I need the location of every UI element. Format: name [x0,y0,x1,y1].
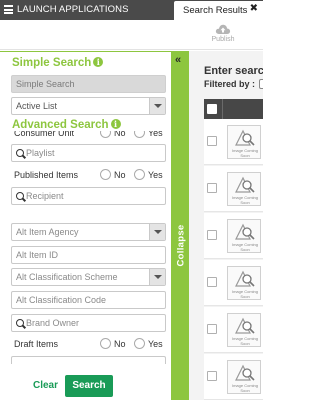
select-all-checkbox[interactable] [207,104,217,114]
search-icon [16,192,24,200]
chevron-down-icon[interactable] [149,269,165,285]
header-divider [222,99,223,119]
draft-items-yes-radio[interactable] [134,338,145,349]
published-items-no-radio[interactable] [100,169,111,180]
image-coming-soon-text: Image Coming Soon [231,195,258,205]
alt-classification-scheme-select[interactable]: Alt Classification Scheme [11,268,166,286]
search-icon [16,319,24,327]
hamburger-menu-icon[interactable] [4,5,13,14]
alt-item-agency-value: Alt Item Agency [16,227,79,237]
filter-chip[interactable] [259,79,263,89]
table-row[interactable]: Image Coming Soon [204,166,263,212]
simple-search-title: Simple Search i [12,57,104,69]
alt-item-id-input[interactable]: Alt Item ID [11,246,166,264]
collapse-bar[interactable]: « Collapse [172,51,189,400]
draft-items-no-label: No [114,339,126,349]
published-items-yes-label: Yes [148,170,163,180]
launch-applications-link[interactable]: LAUNCH APPLICATIONS [17,4,129,15]
row-checkbox[interactable] [207,324,217,334]
info-icon[interactable]: i [110,119,121,129]
table-row[interactable]: Image Coming Soon [204,260,263,306]
published-items-row: Published Items No Yes [14,169,166,183]
clear-button[interactable]: Clear [33,380,58,391]
published-items-label: Published Items [14,170,79,180]
info-icon[interactable]: i [93,57,104,67]
search-panel: Simple Search i Simple Search Active List… [0,51,172,400]
alt-item-agency-select[interactable]: Alt Item Agency [11,223,166,241]
table-row[interactable]: Image Coming Soon [204,354,263,400]
image-coming-soon-text: Image Coming Soon [231,336,258,346]
next-field-partial[interactable] [11,356,166,364]
consumer-unit-yes-radio[interactable] [134,131,145,138]
cloud-upload-icon [215,24,231,34]
alt-classification-code-input[interactable]: Alt Classification Code [11,291,166,309]
playlist-input[interactable]: Playlist [11,144,166,162]
image-coming-soon-text: Image Coming Soon [231,289,258,299]
product-thumbnail[interactable]: Image Coming Soon [227,125,261,159]
chevron-down-icon[interactable] [149,98,165,114]
recipient-placeholder: Recipient [26,191,64,201]
table-row[interactable]: Image Coming Soon [204,119,263,165]
publish-label: Publish [211,36,235,43]
filtered-by-label: Filtered by : [204,79,256,89]
toolbar: Publish [0,20,263,50]
enter-search-text: Enter search [204,65,263,77]
image-coming-soon-text: Image Coming Soon [231,148,258,158]
playlist-placeholder: Playlist [26,148,55,158]
row-checkbox[interactable] [207,277,217,287]
draft-items-label: Draft Items [14,339,59,349]
row-checkbox[interactable] [207,183,217,193]
product-thumbnail[interactable]: Image Coming Soon [227,313,261,347]
list-select[interactable]: Active List [11,97,166,115]
row-checkbox[interactable] [207,230,217,240]
product-thumbnail[interactable]: Image Coming Soon [227,266,261,300]
published-items-no-label: No [114,170,126,180]
results-panel: Enter search Filtered by : Image Coming … [189,51,263,400]
image-placeholder-icon [235,317,255,334]
image-coming-soon-text: Image Coming Soon [231,383,258,393]
results-table-header [204,99,263,119]
search-button[interactable]: Search [65,375,113,397]
tab-label: Search Results [183,5,248,16]
table-row[interactable]: Image Coming Soon [204,307,263,353]
table-row[interactable]: Image Coming Soon [204,213,263,259]
double-chevron-left-icon[interactable]: « [175,55,181,66]
brand-owner-input[interactable]: Brand Owner [11,314,166,332]
list-select-value: Active List [16,101,58,111]
tab-search-results[interactable]: Search Results ✖ [174,1,263,20]
product-thumbnail[interactable]: Image Coming Soon [227,172,261,206]
consumer-unit-yes-label: Yes [148,128,163,138]
top-bar: LAUNCH APPLICATIONS Search Results ✖ [0,0,263,20]
close-icon[interactable]: ✖ [250,4,258,14]
image-coming-soon-text: Image Coming Soon [231,242,258,252]
product-thumbnail[interactable]: Image Coming Soon [227,360,261,394]
search-icon [16,149,24,157]
image-placeholder-icon [235,176,255,193]
row-checkbox[interactable] [207,136,217,146]
simple-search-input[interactable]: Simple Search [11,75,166,93]
recipient-input[interactable]: Recipient [11,187,166,205]
advanced-search-title-text: Advanced Search [12,119,109,131]
collapse-label: Collapse [175,224,187,267]
image-placeholder-icon [235,270,255,287]
image-placeholder-icon [235,364,255,381]
draft-items-yes-label: Yes [148,339,163,349]
product-thumbnail[interactable]: Image Coming Soon [227,219,261,253]
publish-button[interactable]: Publish [207,23,239,43]
draft-items-row: Draft Items No Yes [14,338,166,352]
chevron-down-icon[interactable] [149,224,165,240]
alt-classification-scheme-value: Alt Classification Scheme [16,272,118,282]
image-placeholder-icon [235,223,255,240]
row-checkbox[interactable] [207,371,217,381]
image-placeholder-icon [235,129,255,146]
draft-items-no-radio[interactable] [100,338,111,349]
brand-owner-placeholder: Brand Owner [26,318,80,328]
published-items-yes-radio[interactable] [134,169,145,180]
advanced-search-title: Advanced Search i [12,119,121,131]
simple-search-title-text: Simple Search [12,57,92,69]
